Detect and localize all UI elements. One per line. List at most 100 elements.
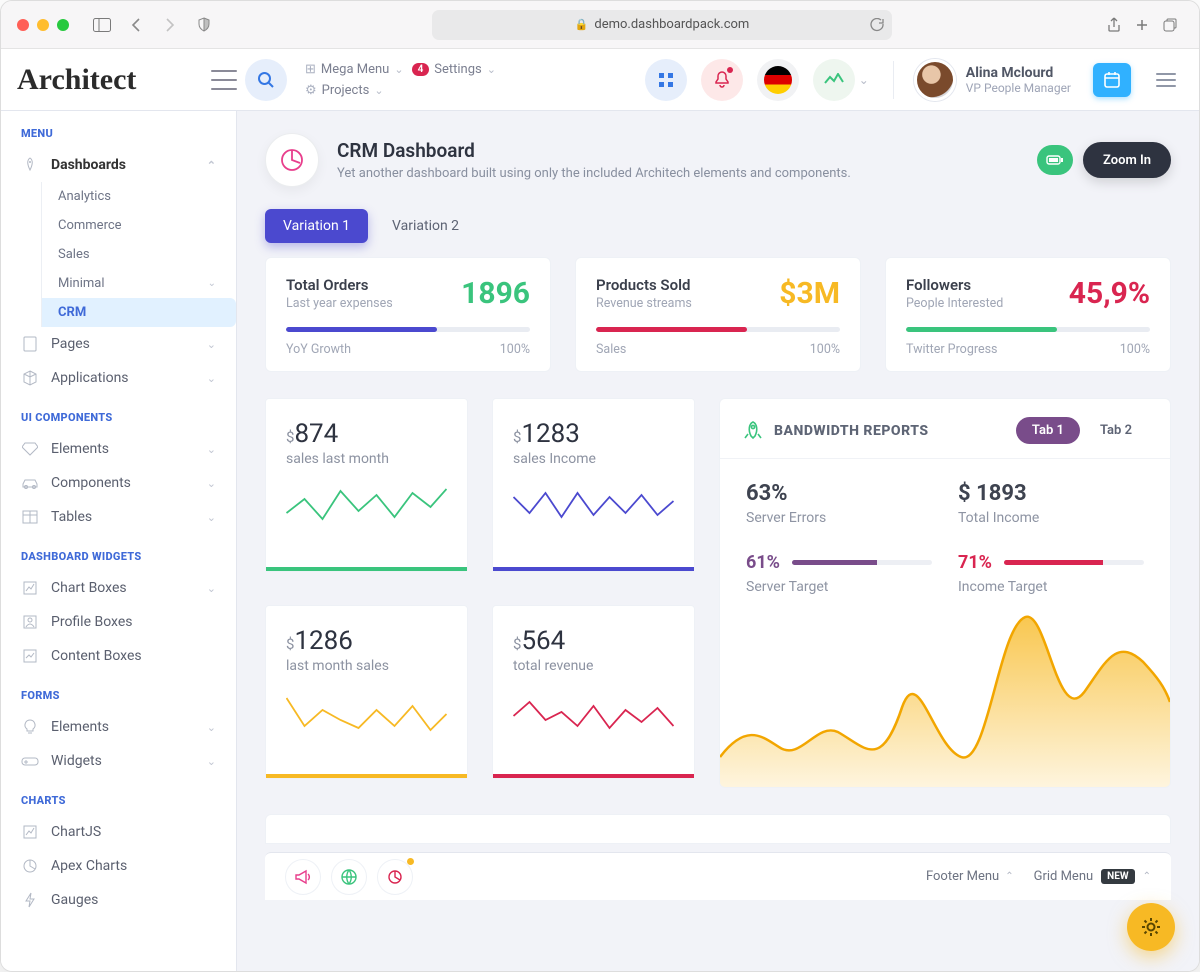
sidebar-item-chartjs[interactable]: ChartJS [1, 815, 236, 849]
battery-icon [1046, 155, 1064, 165]
chevron-down-icon: ⌄ [374, 84, 383, 97]
battery-button[interactable] [1037, 145, 1073, 175]
zoom-in-button[interactable]: Zoom In [1083, 142, 1171, 178]
sidebar-item-pages[interactable]: Pages⌄ [1, 327, 236, 361]
chevron-down-icon: ⌄ [207, 372, 216, 385]
maximize-window-icon[interactable] [57, 19, 69, 31]
grid-icon: ⊞ [305, 62, 316, 77]
more-menu-button[interactable] [1149, 63, 1183, 97]
sidebar-heading-forms: FORMS [1, 673, 236, 710]
chevron-down-icon[interactable]: ⌄ [859, 73, 869, 87]
brand-logo[interactable]: Architect [17, 63, 136, 97]
share-icon[interactable] [1101, 12, 1127, 38]
mega-menu-dropdown[interactable]: ⊞ Mega Menu ⌄ [305, 62, 404, 77]
bandwidth-title: BANDWIDTH REPORTS [774, 423, 929, 439]
user-name: Alina Mclourd [966, 65, 1071, 81]
cube-icon [21, 370, 39, 386]
chevron-down-icon: ⌄ [207, 477, 216, 490]
activity-button[interactable] [813, 59, 855, 101]
sparkline-chart [286, 686, 447, 742]
chart-icon [21, 581, 39, 595]
sidebar-item-widgets[interactable]: Widgets⌄ [1, 744, 236, 778]
bandwidth-tab-2[interactable]: Tab 2 [1084, 417, 1148, 444]
sidebar-item-sales[interactable]: Sales [41, 240, 236, 269]
browser-titlebar: 🔒 demo.dashboardpack.com [1, 1, 1199, 49]
stat-value: 45,9% [1069, 276, 1150, 311]
search-button[interactable] [245, 59, 287, 101]
sparkline-chart [286, 479, 447, 535]
tab-variation-1[interactable]: Variation 1 [265, 209, 368, 243]
table-icon [21, 510, 39, 524]
stat-title: Total Orders [286, 276, 393, 294]
sidebar-item-minimal[interactable]: Minimal⌄ [41, 269, 236, 298]
nav-back-icon[interactable] [123, 12, 149, 38]
sidebar-item-commerce[interactable]: Commerce [41, 211, 236, 240]
footer-pie-button[interactable] [377, 859, 413, 895]
new-badge: NEW [1101, 869, 1134, 884]
url-bar[interactable]: 🔒 demo.dashboardpack.com [432, 10, 892, 40]
pie-chart-icon [279, 147, 305, 173]
metric-total-income: $ 1893 Total Income [958, 481, 1144, 526]
sidebar-item-apex[interactable]: Apex Charts [1, 849, 236, 883]
reload-icon[interactable] [870, 18, 884, 32]
chevron-up-icon: ⌃ [1005, 871, 1013, 882]
stat-card-followers: Followers People Interested 45,9% Twitte… [885, 257, 1171, 372]
nav-forward-icon[interactable] [157, 12, 183, 38]
bulb-icon [21, 719, 39, 735]
projects-label: Projects [322, 83, 370, 98]
sidebar-toggle-button[interactable] [211, 70, 237, 90]
footer-megaphone-button[interactable] [285, 859, 321, 895]
sidebar-item-content-boxes[interactable]: Content Boxes [1, 639, 236, 673]
mini-card-last-month-sales: $1286 last month sales [265, 605, 468, 779]
sidebar-item-applications[interactable]: Applications⌄ [1, 361, 236, 395]
stat-title: Followers [906, 276, 1003, 294]
flag-germany-icon [764, 66, 792, 94]
sidebar-item-crm[interactable]: CRM [41, 298, 236, 327]
stat-subtitle: Last year expenses [286, 296, 393, 311]
sidebar-item-chart-boxes[interactable]: Chart Boxes⌄ [1, 571, 236, 605]
sidebar-item-elements[interactable]: Elements⌄ [1, 432, 236, 466]
sidebar-item-components[interactable]: Components⌄ [1, 466, 236, 500]
apps-grid-button[interactable] [645, 59, 687, 101]
car-icon [21, 477, 39, 489]
bandwidth-area-chart [720, 607, 1170, 787]
sidebar-item-tables[interactable]: Tables⌄ [1, 500, 236, 534]
shield-icon[interactable] [191, 12, 217, 38]
sidebar-item-dashboards[interactable]: Dashboards ⌃ [1, 148, 236, 182]
user-menu[interactable]: Alina Mclourd VP People Manager [914, 59, 1071, 101]
new-tab-icon[interactable] [1129, 12, 1155, 38]
chevron-up-icon: ⌃ [1143, 871, 1151, 882]
sidebar-item-profile-boxes[interactable]: Profile Boxes [1, 605, 236, 639]
sidebar-item-gauges[interactable]: Gauges [1, 883, 236, 917]
sidebar-heading-ui: UI COMPONENTS [1, 395, 236, 432]
chevron-down-icon: ⌄ [207, 338, 216, 351]
calendar-button[interactable] [1093, 63, 1131, 97]
notifications-button[interactable] [701, 59, 743, 101]
app-header: Architect ⊞ Mega Menu ⌄ 4 Settings ⌄ [1, 49, 1199, 111]
gear-icon [1140, 916, 1162, 938]
sidebar-item-form-elements[interactable]: Elements⌄ [1, 710, 236, 744]
footer-globe-button[interactable] [331, 859, 367, 895]
gear-icon: ⚙ [305, 83, 317, 98]
sidebar-heading-widgets: DASHBOARD WIDGETS [1, 534, 236, 571]
chevron-down-icon: ⌄ [487, 63, 496, 76]
language-selector[interactable] [757, 59, 799, 101]
settings-fab[interactable] [1127, 903, 1175, 951]
sidebar-heading-menu: MENU [1, 111, 236, 148]
bandwidth-reports-card: BANDWIDTH REPORTS Tab 1 Tab 2 63% Server… [719, 398, 1171, 788]
tab-variation-2[interactable]: Variation 2 [374, 209, 477, 243]
progress-bar [286, 327, 437, 332]
sidebar-item-analytics[interactable]: Analytics [41, 182, 236, 211]
settings-dropdown[interactable]: 4 Settings ⌄ [412, 62, 496, 77]
sidebar-toggle-icon[interactable] [89, 12, 115, 38]
minimize-window-icon[interactable] [37, 19, 49, 31]
footer-menu-dropdown[interactable]: Footer Menu ⌃ [926, 869, 1014, 884]
target-server: 61% Server Target [746, 552, 932, 595]
projects-dropdown[interactable]: ⚙ Projects ⌄ [305, 83, 384, 98]
mini-card-total-revenue: $564 total revenue [492, 605, 695, 779]
close-window-icon[interactable] [17, 19, 29, 31]
sparkline-chart [513, 686, 674, 742]
bandwidth-tab-1[interactable]: Tab 1 [1016, 417, 1080, 444]
footer-grid-menu-dropdown[interactable]: Grid Menu NEW ⌃ [1034, 869, 1151, 884]
tabs-overview-icon[interactable] [1157, 12, 1183, 38]
